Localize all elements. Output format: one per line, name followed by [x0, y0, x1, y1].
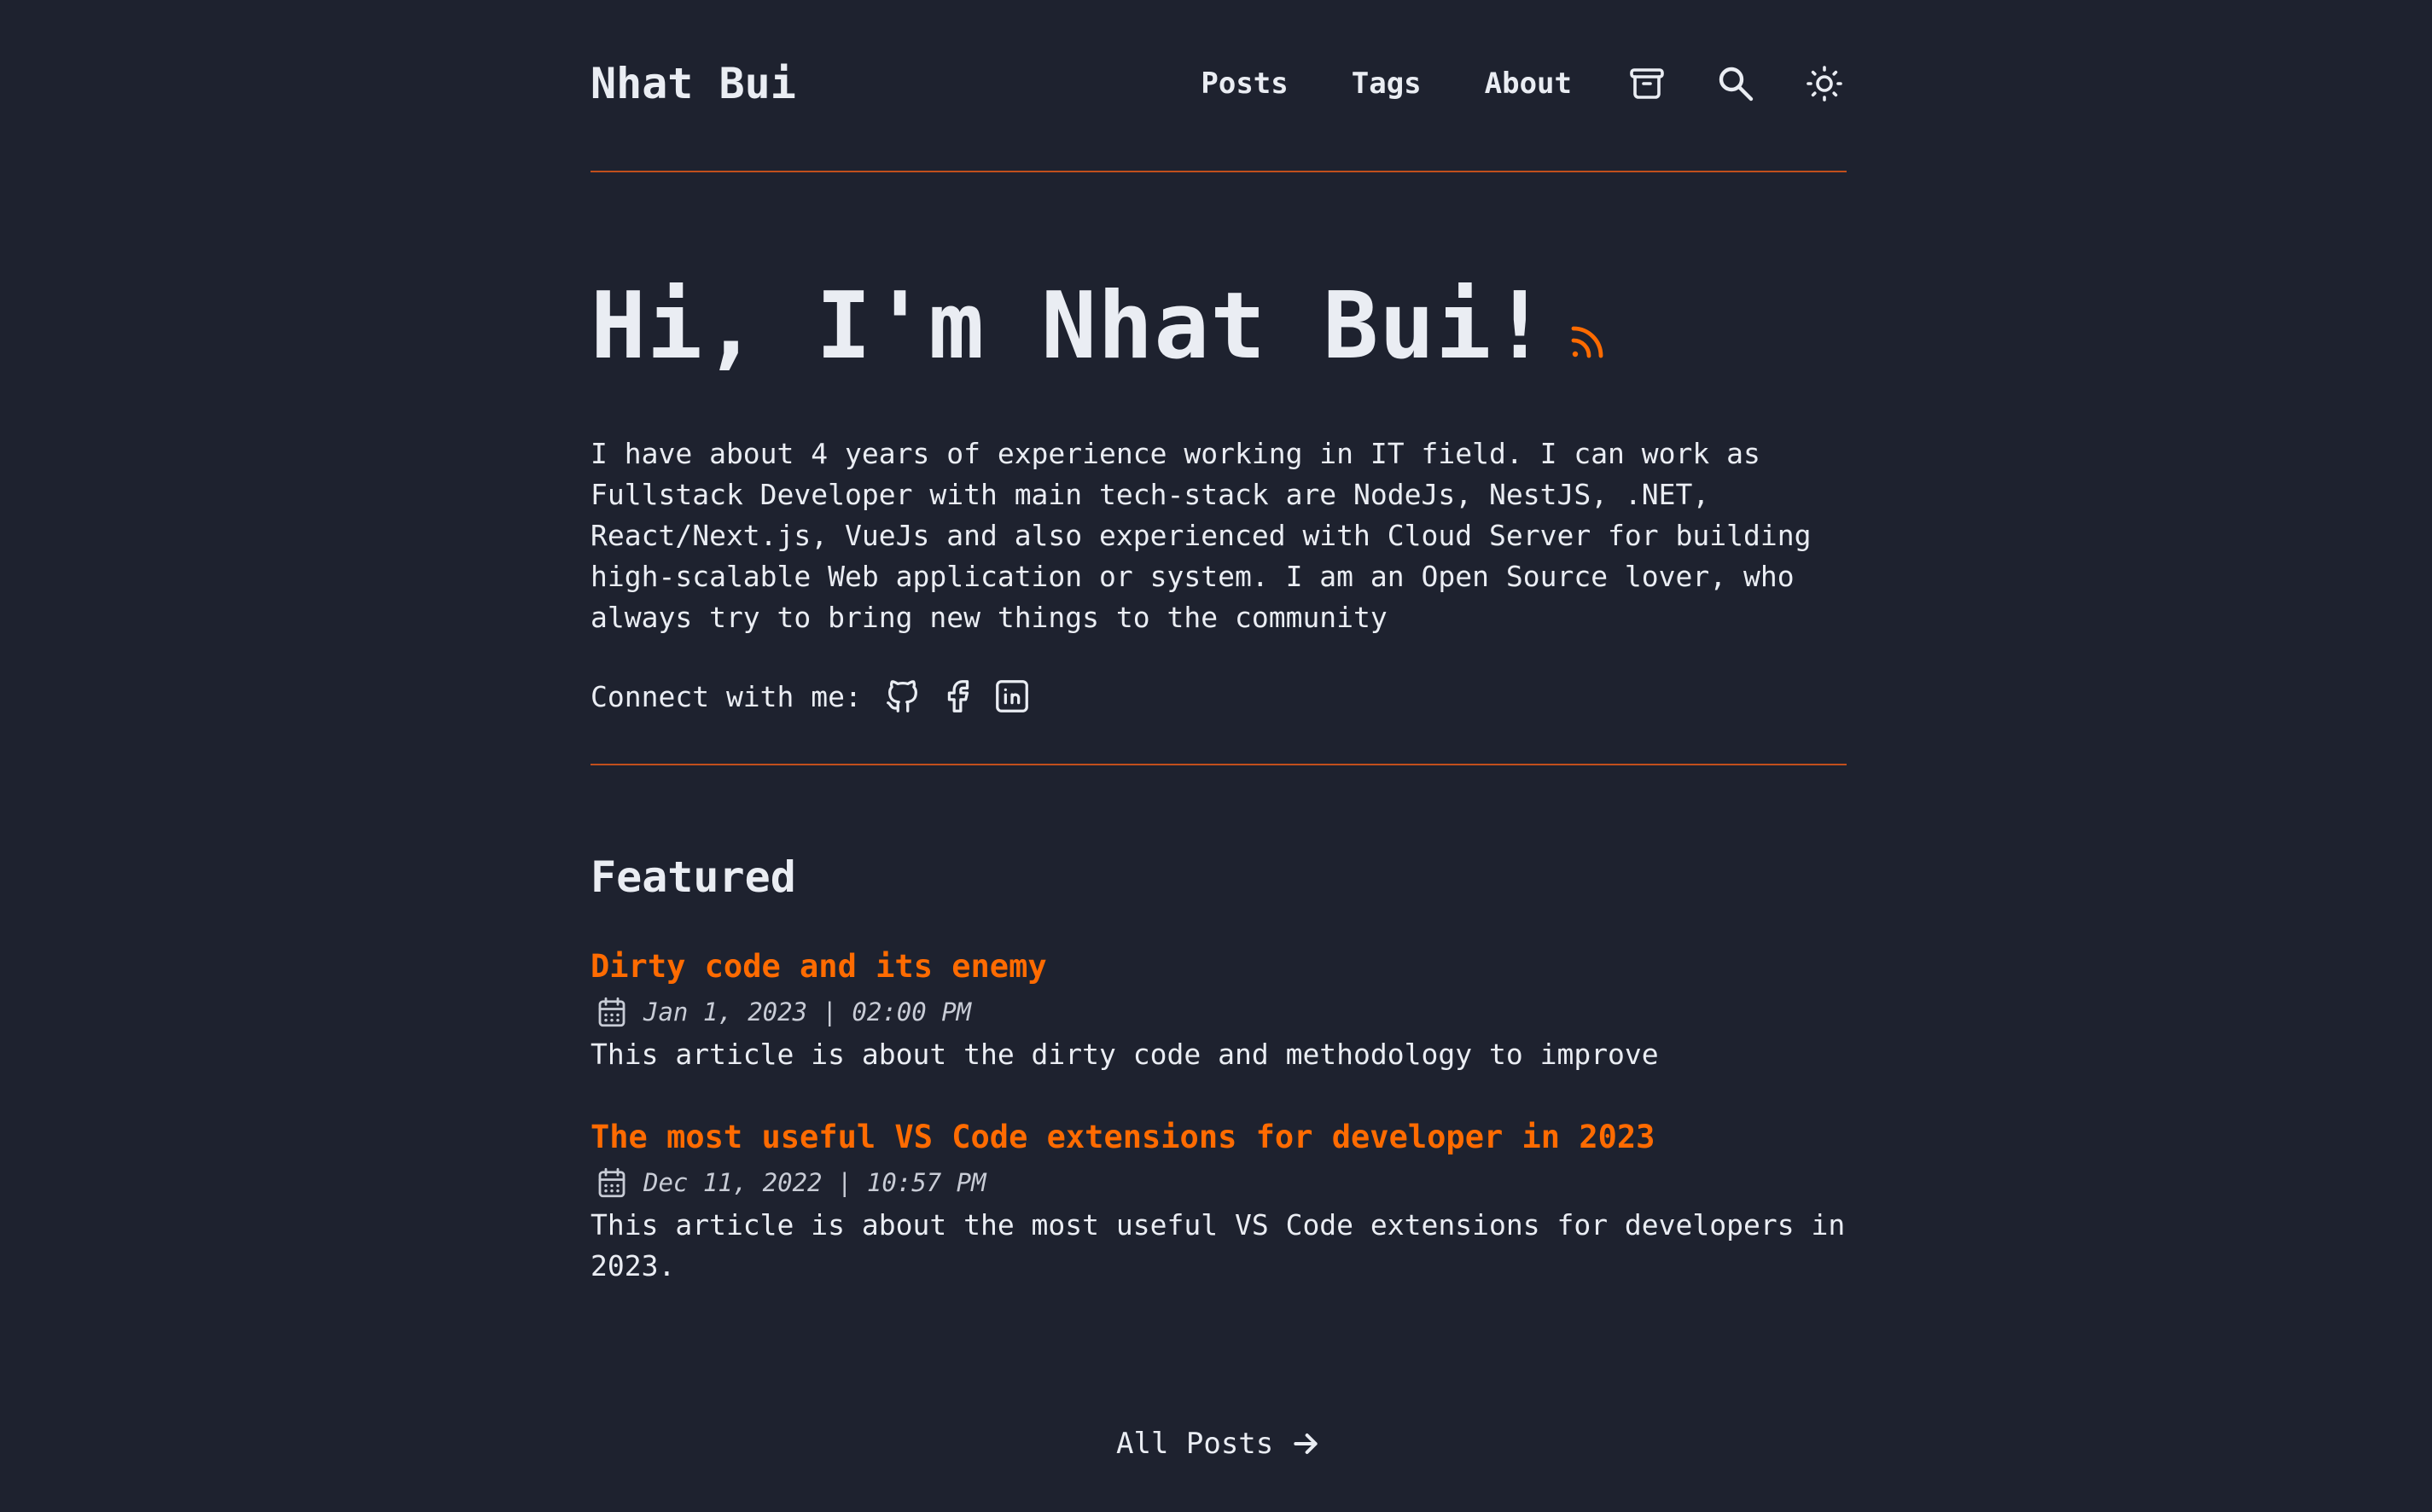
post-title-link[interactable]: Dirty code and its enemy [591, 945, 1847, 988]
nav-tags-link[interactable]: Tags [1352, 51, 1422, 116]
post-date: Dec 11, 2022 | 10:57 PM [591, 1162, 1847, 1203]
archive-icon[interactable] [1625, 61, 1669, 106]
featured-post: Dirty code and its enemy Jan 1, 2023 | 0… [591, 945, 1847, 1075]
search-icon[interactable] [1713, 61, 1758, 106]
post-date: Jan 1, 2023 | 02:00 PM [591, 992, 1847, 1032]
site-header: Nhat Bui Posts Tags About [591, 0, 1847, 172]
calendar-icon [598, 1167, 625, 1198]
linkedin-icon[interactable] [990, 674, 1034, 718]
facebook-icon[interactable] [935, 674, 980, 718]
hero-title: Hi, I'm Nhat Bui! [591, 273, 1549, 380]
featured-heading: Featured [591, 852, 796, 902]
rss-icon[interactable] [1567, 322, 1608, 363]
connect-label: Connect with me: [591, 679, 862, 713]
page: Nhat Bui Posts Tags About Hi, I'm Nhat B… [0, 0, 2432, 1512]
section-divider [591, 764, 1847, 765]
post-description: This article is about the dirty code and… [591, 1038, 1659, 1071]
hero-title-row: Hi, I'm Nhat Bui! [591, 271, 1608, 382]
post-description: This article is about the most useful VS… [591, 1208, 1846, 1282]
post-date-text: Jan 1, 2023 | 02:00 PM [643, 997, 972, 1026]
nav-posts-link[interactable]: Posts [1201, 51, 1288, 116]
post-title-link[interactable]: The most useful VS Code extensions for d… [591, 1116, 1847, 1159]
site-title-link[interactable]: Nhat Bui [591, 51, 796, 116]
main-nav: Posts Tags About [1201, 51, 1847, 116]
nav-about-link[interactable]: About [1485, 51, 1572, 116]
theme-toggle-icon[interactable] [1802, 61, 1847, 106]
post-date-text: Dec 11, 2022 | 10:57 PM [643, 1168, 986, 1197]
calendar-icon [598, 997, 625, 1027]
all-posts-label: All Posts [1116, 1427, 1274, 1461]
all-posts-link[interactable]: All Posts [1116, 1420, 1323, 1468]
social-links: Connect with me: [591, 672, 1044, 720]
github-icon[interactable] [881, 674, 925, 718]
featured-post: The most useful VS Code extensions for d… [591, 1116, 1847, 1287]
bio-text: I have about 4 years of experience worki… [591, 437, 1812, 634]
arrow-right-icon [1294, 1433, 1318, 1454]
